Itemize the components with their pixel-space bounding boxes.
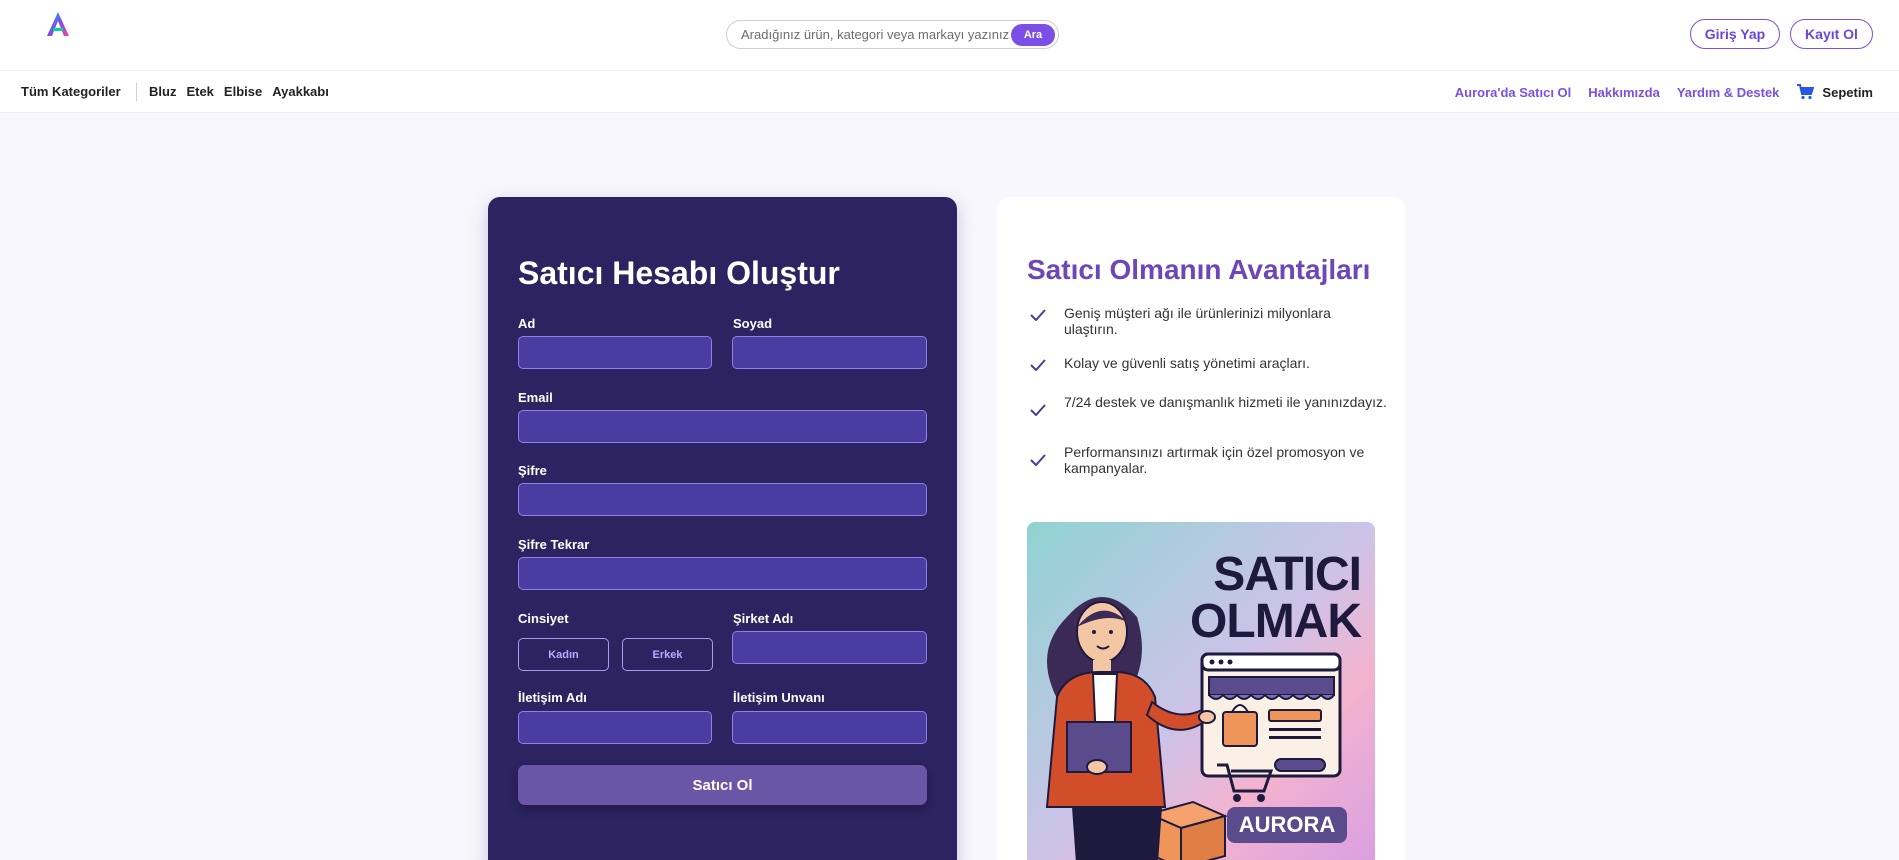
- contact-title-field[interactable]: [732, 711, 927, 744]
- nav-link-about[interactable]: Hakkımızda: [1588, 85, 1660, 100]
- check-icon: [1030, 454, 1046, 466]
- password-label: Şifre: [518, 463, 547, 478]
- company-name-field[interactable]: [732, 631, 927, 664]
- become-seller-button[interactable]: Satıcı Ol: [518, 765, 927, 805]
- advantage-text: Performansınızı artırmak için özel promo…: [1064, 444, 1365, 476]
- login-button[interactable]: Giriş Yap: [1690, 19, 1780, 49]
- register-button[interactable]: Kayıt Ol: [1790, 19, 1873, 49]
- nav-category-elbise[interactable]: Elbise: [224, 84, 262, 99]
- nav-category-bluz[interactable]: Bluz: [149, 84, 176, 99]
- contact-name-label: İletişim Adı: [518, 690, 587, 705]
- company-name-label: Şirket Adı: [733, 611, 794, 626]
- contact-title-label: İletişim Unvanı: [733, 690, 825, 705]
- category-nav: Tüm Kategoriler Bluz Etek Elbise Ayakkab…: [0, 71, 1899, 113]
- nav-link-become-seller[interactable]: Aurora'da Satıcı Ol: [1455, 85, 1572, 100]
- first-name-label: Ad: [518, 316, 536, 331]
- list-item: Geniş müşteri ağı ile ürünlerinizi milyo…: [1027, 305, 1387, 337]
- nav-links: Aurora'da Satıcı Ol Hakkımızda Yardım & …: [1455, 84, 1873, 100]
- nav-link-help[interactable]: Yardım & Destek: [1677, 85, 1780, 100]
- advantages-card: Satıcı Olmanın Avantajları Geniş müşteri…: [997, 197, 1405, 860]
- check-icon: [1030, 359, 1046, 371]
- search-bar: Ara: [726, 20, 1059, 49]
- advantage-text: Kolay ve güvenli satış yönetimi araçları…: [1064, 355, 1310, 371]
- gender-female-button[interactable]: Kadın: [518, 638, 609, 671]
- promo-banner: SATICI OLMAK AURORA: [1027, 522, 1375, 860]
- list-item: Kolay ve güvenli satış yönetimi araçları…: [1027, 355, 1310, 371]
- nav-all-categories[interactable]: Tüm Kategoriler: [21, 84, 121, 99]
- password-field[interactable]: [518, 483, 927, 516]
- check-icon: [1030, 404, 1046, 416]
- list-item: 7/24 destek ve danışmanlık hizmeti ile y…: [1027, 394, 1387, 416]
- email-field[interactable]: [518, 410, 927, 443]
- advantage-text: Geniş müşteri ağı ile ürünlerinizi milyo…: [1064, 305, 1331, 337]
- cart-icon: [1796, 84, 1815, 100]
- search-button[interactable]: Ara: [1011, 24, 1055, 46]
- cart-label: Sepetim: [1822, 84, 1873, 100]
- nav-category-ayakkabi[interactable]: Ayakkabı: [272, 84, 329, 99]
- promo-badge: AURORA: [1227, 807, 1347, 843]
- search-input[interactable]: [727, 22, 1011, 47]
- email-label: Email: [518, 390, 553, 405]
- first-name-field[interactable]: [518, 336, 712, 369]
- advantage-text: 7/24 destek ve danışmanlık hizmeti ile y…: [1064, 394, 1387, 410]
- form-title: Satıcı Hesabı Oluştur: [518, 255, 840, 291]
- nav-category-etek[interactable]: Etek: [186, 84, 213, 99]
- password-repeat-field[interactable]: [518, 557, 927, 590]
- contact-name-field[interactable]: [518, 711, 712, 744]
- cart-link[interactable]: Sepetim: [1796, 84, 1873, 100]
- gender-label: Cinsiyet: [518, 611, 569, 626]
- gender-male-button[interactable]: Erkek: [622, 638, 713, 671]
- nav-divider: [136, 83, 137, 101]
- top-header: Ara Giriş Yap Kayıt Ol: [0, 0, 1899, 71]
- last-name-field[interactable]: [732, 336, 927, 369]
- password-repeat-label: Şifre Tekrar: [518, 537, 590, 552]
- check-icon: [1030, 309, 1046, 321]
- seller-form-card: Satıcı Hesabı Oluştur Ad Soyad Email Şif…: [488, 197, 957, 860]
- advantages-title: Satıcı Olmanın Avantajları: [1027, 254, 1371, 285]
- last-name-label: Soyad: [733, 316, 773, 331]
- nav-categories: Bluz Etek Elbise Ayakkabı: [149, 84, 329, 99]
- list-item: Performansınızı artırmak için özel promo…: [1027, 444, 1387, 476]
- aurora-logo-icon[interactable]: [44, 10, 72, 38]
